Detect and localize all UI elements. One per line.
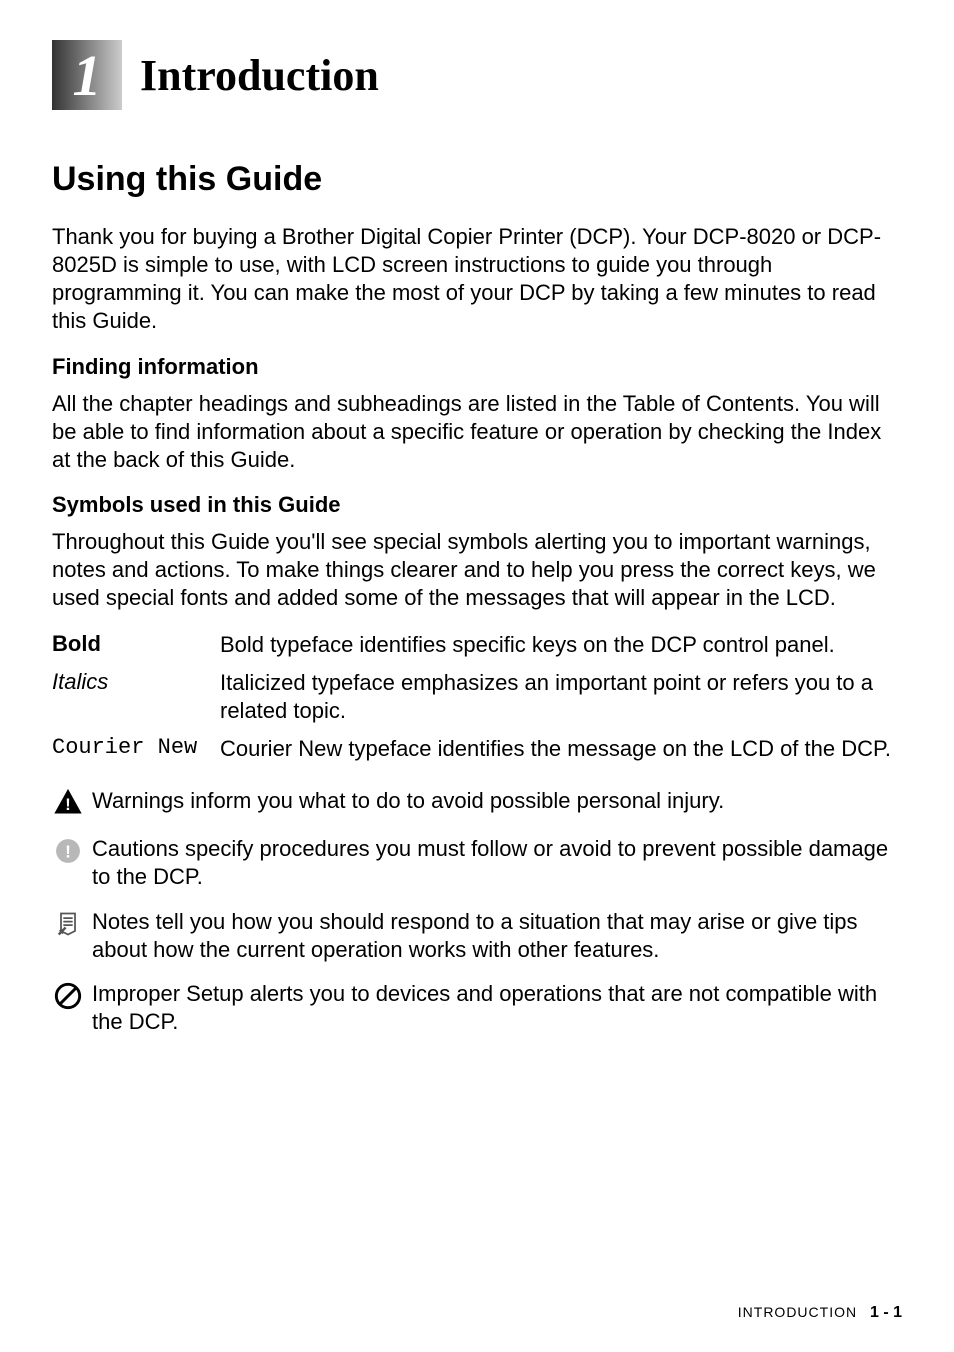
section-title: Using this Guide	[52, 160, 902, 199]
warning-text: Warnings inform you what to do to avoid …	[92, 787, 724, 815]
svg-text:!: !	[65, 796, 70, 814]
table-row: Courier New Courier New typeface identif…	[52, 735, 902, 763]
chapter-number: 1	[73, 42, 102, 109]
chapter-header: 1 Introduction	[52, 40, 902, 110]
italics-description: Italicized typeface emphasizes an import…	[220, 669, 902, 725]
caution-text: Cautions specify procedures you must fol…	[92, 835, 902, 891]
svg-text:!: !	[65, 842, 71, 862]
warning-icon: !	[52, 787, 84, 819]
footer-page-number: 1 - 1	[870, 1304, 902, 1321]
prohibition-icon	[52, 980, 84, 1012]
chapter-title: Introduction	[140, 50, 379, 101]
intro-paragraph: Thank you for buying a Brother Digital C…	[52, 223, 902, 336]
chapter-number-box: 1	[52, 40, 122, 110]
note-icon	[52, 908, 84, 940]
symbols-heading: Symbols used in this Guide	[52, 492, 902, 518]
caution-icon: !	[52, 835, 84, 867]
table-row: Italics Italicized typeface emphasizes a…	[52, 669, 902, 725]
improper-setup-block: Improper Setup alerts you to devices and…	[52, 980, 902, 1036]
note-block: Notes tell you how you should respond to…	[52, 908, 902, 964]
caution-block: ! Cautions specify procedures you must f…	[52, 835, 902, 891]
finding-info-heading: Finding information	[52, 354, 902, 380]
table-row: Bold Bold typeface identifies specific k…	[52, 631, 902, 659]
italics-label: Italics	[52, 669, 220, 725]
improper-setup-text: Improper Setup alerts you to devices and…	[92, 980, 902, 1036]
courier-label: Courier New	[52, 735, 220, 763]
page-footer: INTRODUCTION 1 - 1	[738, 1304, 902, 1322]
bold-label: Bold	[52, 631, 220, 659]
bold-description: Bold typeface identifies specific keys o…	[220, 631, 835, 659]
courier-description: Courier New typeface identifies the mess…	[220, 735, 891, 763]
warning-block: ! Warnings inform you what to do to avoi…	[52, 787, 902, 819]
note-text: Notes tell you how you should respond to…	[92, 908, 902, 964]
footer-label: INTRODUCTION	[738, 1304, 857, 1320]
finding-info-paragraph: All the chapter headings and subheadings…	[52, 390, 902, 474]
typeface-table: Bold Bold typeface identifies specific k…	[52, 631, 902, 764]
symbols-paragraph: Throughout this Guide you'll see special…	[52, 528, 902, 612]
